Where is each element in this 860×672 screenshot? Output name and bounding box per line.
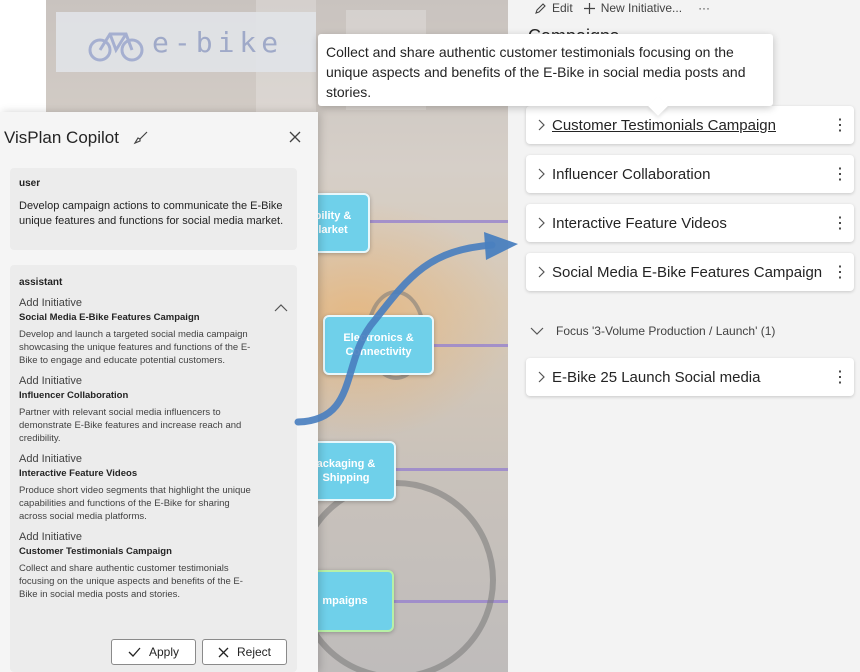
roadmap-box-label: Electronics & Connectivity <box>343 332 414 358</box>
user-message: user Develop campaign actions to communi… <box>10 168 297 250</box>
edit-button[interactable]: Edit <box>534 1 573 15</box>
more-vertical-icon[interactable]: ⋮ <box>826 213 854 233</box>
initiative-kind: Add Initiative <box>19 453 82 465</box>
initiative-card-label[interactable]: Customer Testimonials Campaign <box>552 117 826 134</box>
new-initiative-label: New Initiative... <box>600 1 683 15</box>
chevron-right-icon[interactable] <box>526 119 552 131</box>
initiative-kind: Add Initiative <box>19 375 82 387</box>
roadmap-box-label: ackaging & Shipping <box>316 458 376 484</box>
more-vertical-icon[interactable]: ⋮ <box>826 115 854 135</box>
chevron-right-icon[interactable] <box>526 371 552 383</box>
initiative-kind: Add Initiative <box>19 297 82 309</box>
logo-text: e-bike <box>152 26 284 59</box>
close-icon[interactable] <box>288 130 302 149</box>
initiative-suggestion: Add Initiative Customer Testimonials Cam… <box>19 531 288 601</box>
more-options-button[interactable]: ··· <box>698 1 710 15</box>
initiative-suggestion: Add Initiative Influencer Collaboration … <box>19 375 288 445</box>
reject-button[interactable]: Reject <box>202 639 287 665</box>
message-role: assistant <box>19 277 63 288</box>
apply-button[interactable]: Apply <box>111 639 196 665</box>
message-text: Develop campaign actions to communicate … <box>19 200 284 227</box>
copilot-title: VisPlan Copilot <box>4 128 119 147</box>
assistant-message: assistant Add Initiative Social Media E-… <box>10 265 297 672</box>
initiative-suggestion: Add Initiative Social Media E-Bike Featu… <box>19 297 288 367</box>
roadmap-box-label: bility & larket <box>314 210 352 236</box>
initiative-card-label[interactable]: E-Bike 25 Launch Social media <box>552 369 826 386</box>
plus-icon <box>583 2 595 14</box>
chevron-down-icon[interactable] <box>530 326 544 336</box>
initiative-card[interactable]: Social Media E-Bike Features Campaign ⋮ <box>526 253 854 291</box>
initiative-description: Produce short video segments that highli… <box>19 485 251 522</box>
copilot-header: VisPlan Copilot <box>0 112 318 164</box>
initiative-suggestion: Add Initiative Interactive Feature Video… <box>19 453 288 523</box>
initiative-card-label[interactable]: Interactive Feature Videos <box>552 215 826 232</box>
initiative-description: Partner with relevant social media influ… <box>19 407 242 444</box>
chevron-right-icon[interactable] <box>526 168 552 180</box>
checkmark-icon <box>128 647 141 657</box>
initiative-description: Collect and share authentic customer tes… <box>19 563 243 600</box>
initiative-name: Customer Testimonials Campaign <box>19 546 172 557</box>
group-header[interactable]: Focus '3-Volume Production / Launch' (1) <box>530 324 775 338</box>
more-vertical-icon[interactable]: ⋮ <box>826 367 854 387</box>
chevron-right-icon[interactable] <box>526 217 552 229</box>
group-label: Focus '3-Volume Production / Launch' (1) <box>556 324 776 338</box>
new-initiative-button[interactable]: New Initiative... <box>583 1 682 15</box>
initiative-name: Social Media E-Bike Features Campaign <box>19 312 200 323</box>
initiative-card[interactable]: Customer Testimonials Campaign ⋮ <box>526 106 854 144</box>
tooltip-text: Collect and share authentic customer tes… <box>326 44 746 100</box>
tooltip: Collect and share authentic customer tes… <box>318 34 773 116</box>
more-vertical-icon[interactable]: ⋮ <box>826 262 854 282</box>
reject-label: Reject <box>236 645 271 659</box>
edit-label: Edit <box>552 1 573 15</box>
initiative-kind: Add Initiative <box>19 531 82 543</box>
initiative-name: Influencer Collaboration <box>19 390 129 401</box>
plan-toolbar: Edit New Initiative... ··· <box>534 0 710 16</box>
initiative-name: Interactive Feature Videos <box>19 468 138 479</box>
initiative-card-label[interactable]: Influencer Collaboration <box>552 166 826 183</box>
chevron-up-icon[interactable] <box>274 299 288 317</box>
chevron-right-icon[interactable] <box>526 266 552 278</box>
brush-icon[interactable] <box>133 130 149 146</box>
more-vertical-icon[interactable]: ⋮ <box>826 164 854 184</box>
roadmap-box[interactable]: Electronics & Connectivity <box>323 315 434 375</box>
initiative-card[interactable]: Interactive Feature Videos ⋮ <box>526 204 854 242</box>
initiative-description: Develop and launch a targeted social med… <box>19 329 251 366</box>
pencil-icon <box>535 2 546 14</box>
initiative-card-label[interactable]: Social Media E-Bike Features Campaign <box>552 264 826 281</box>
copilot-panel: VisPlan Copilot user Develop campaign ac… <box>0 112 318 672</box>
initiative-card[interactable]: E-Bike 25 Launch Social media ⋮ <box>526 358 854 396</box>
apply-label: Apply <box>148 645 180 659</box>
close-icon <box>218 647 229 657</box>
initiative-card[interactable]: Influencer Collaboration ⋮ <box>526 155 854 193</box>
message-role: user <box>19 178 41 189</box>
roadmap-box-label: mpaigns <box>322 595 368 607</box>
bike-logo-icon <box>88 32 144 62</box>
